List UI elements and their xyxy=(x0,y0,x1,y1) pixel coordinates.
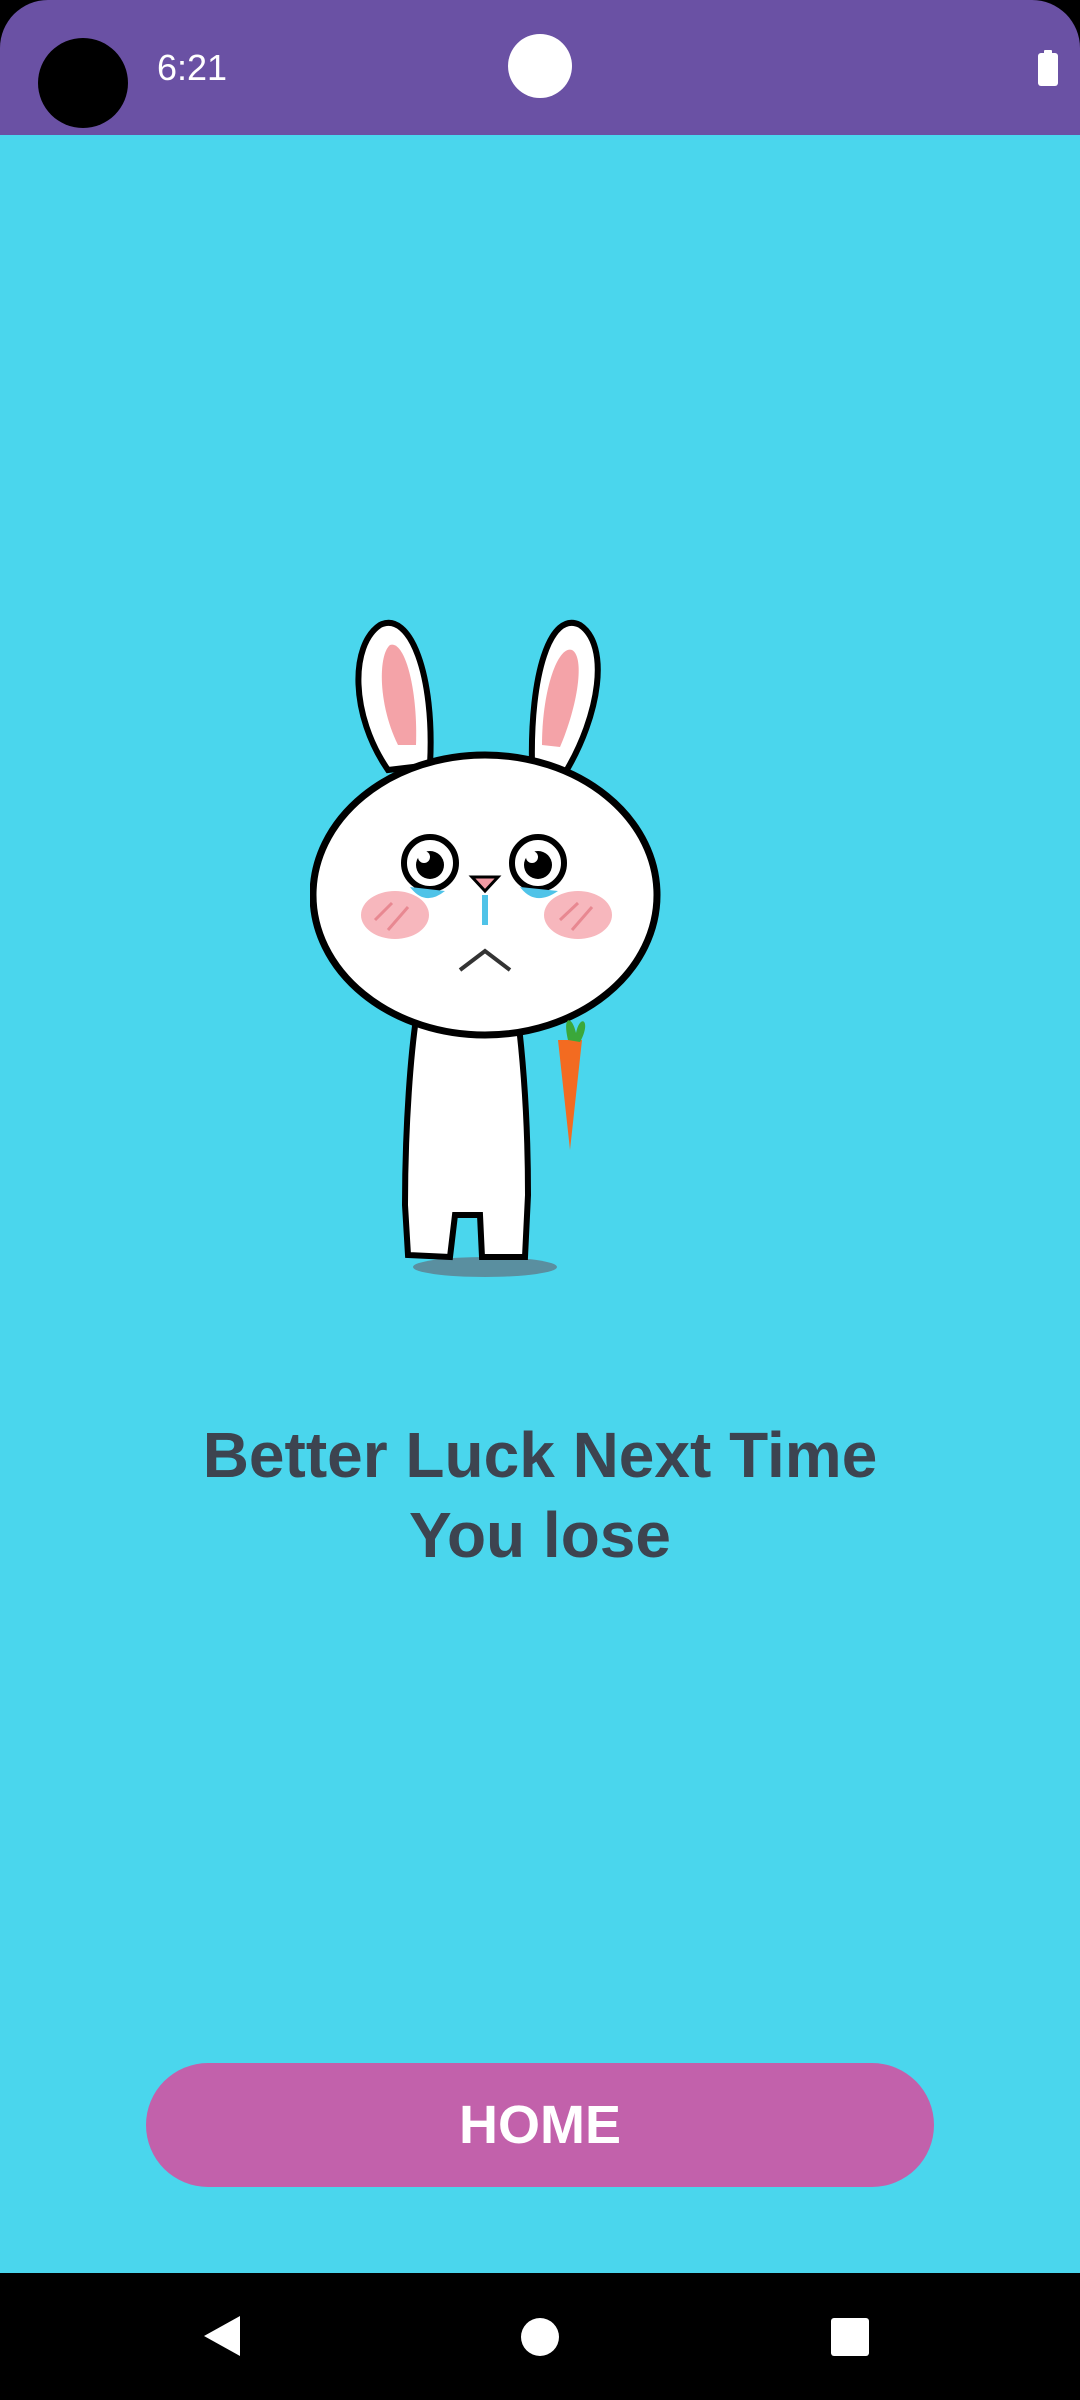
app-screen: 6:21 Better Luck Next Time You lose HOME xyxy=(0,0,1080,2400)
notch-dot xyxy=(508,34,572,98)
result-subtitle: You lose xyxy=(409,1499,671,1571)
camera-cutout xyxy=(38,38,128,128)
result-message: Better Luck Next Time You lose xyxy=(0,1415,1080,1575)
recents-icon[interactable] xyxy=(830,2317,870,2357)
navigation-bar xyxy=(0,2273,1080,2400)
result-title: Better Luck Next Time xyxy=(202,1419,878,1491)
crying-bunny-illustration xyxy=(310,619,661,1277)
status-time: 6:21 xyxy=(157,47,228,88)
back-icon[interactable] xyxy=(200,2313,246,2359)
home-icon[interactable] xyxy=(520,2317,560,2357)
result-screen: Better Luck Next Time You lose HOME xyxy=(0,135,1080,2273)
home-button[interactable]: HOME xyxy=(146,2063,934,2187)
status-bar: 6:21 xyxy=(0,0,1080,135)
battery-icon xyxy=(1038,50,1058,86)
